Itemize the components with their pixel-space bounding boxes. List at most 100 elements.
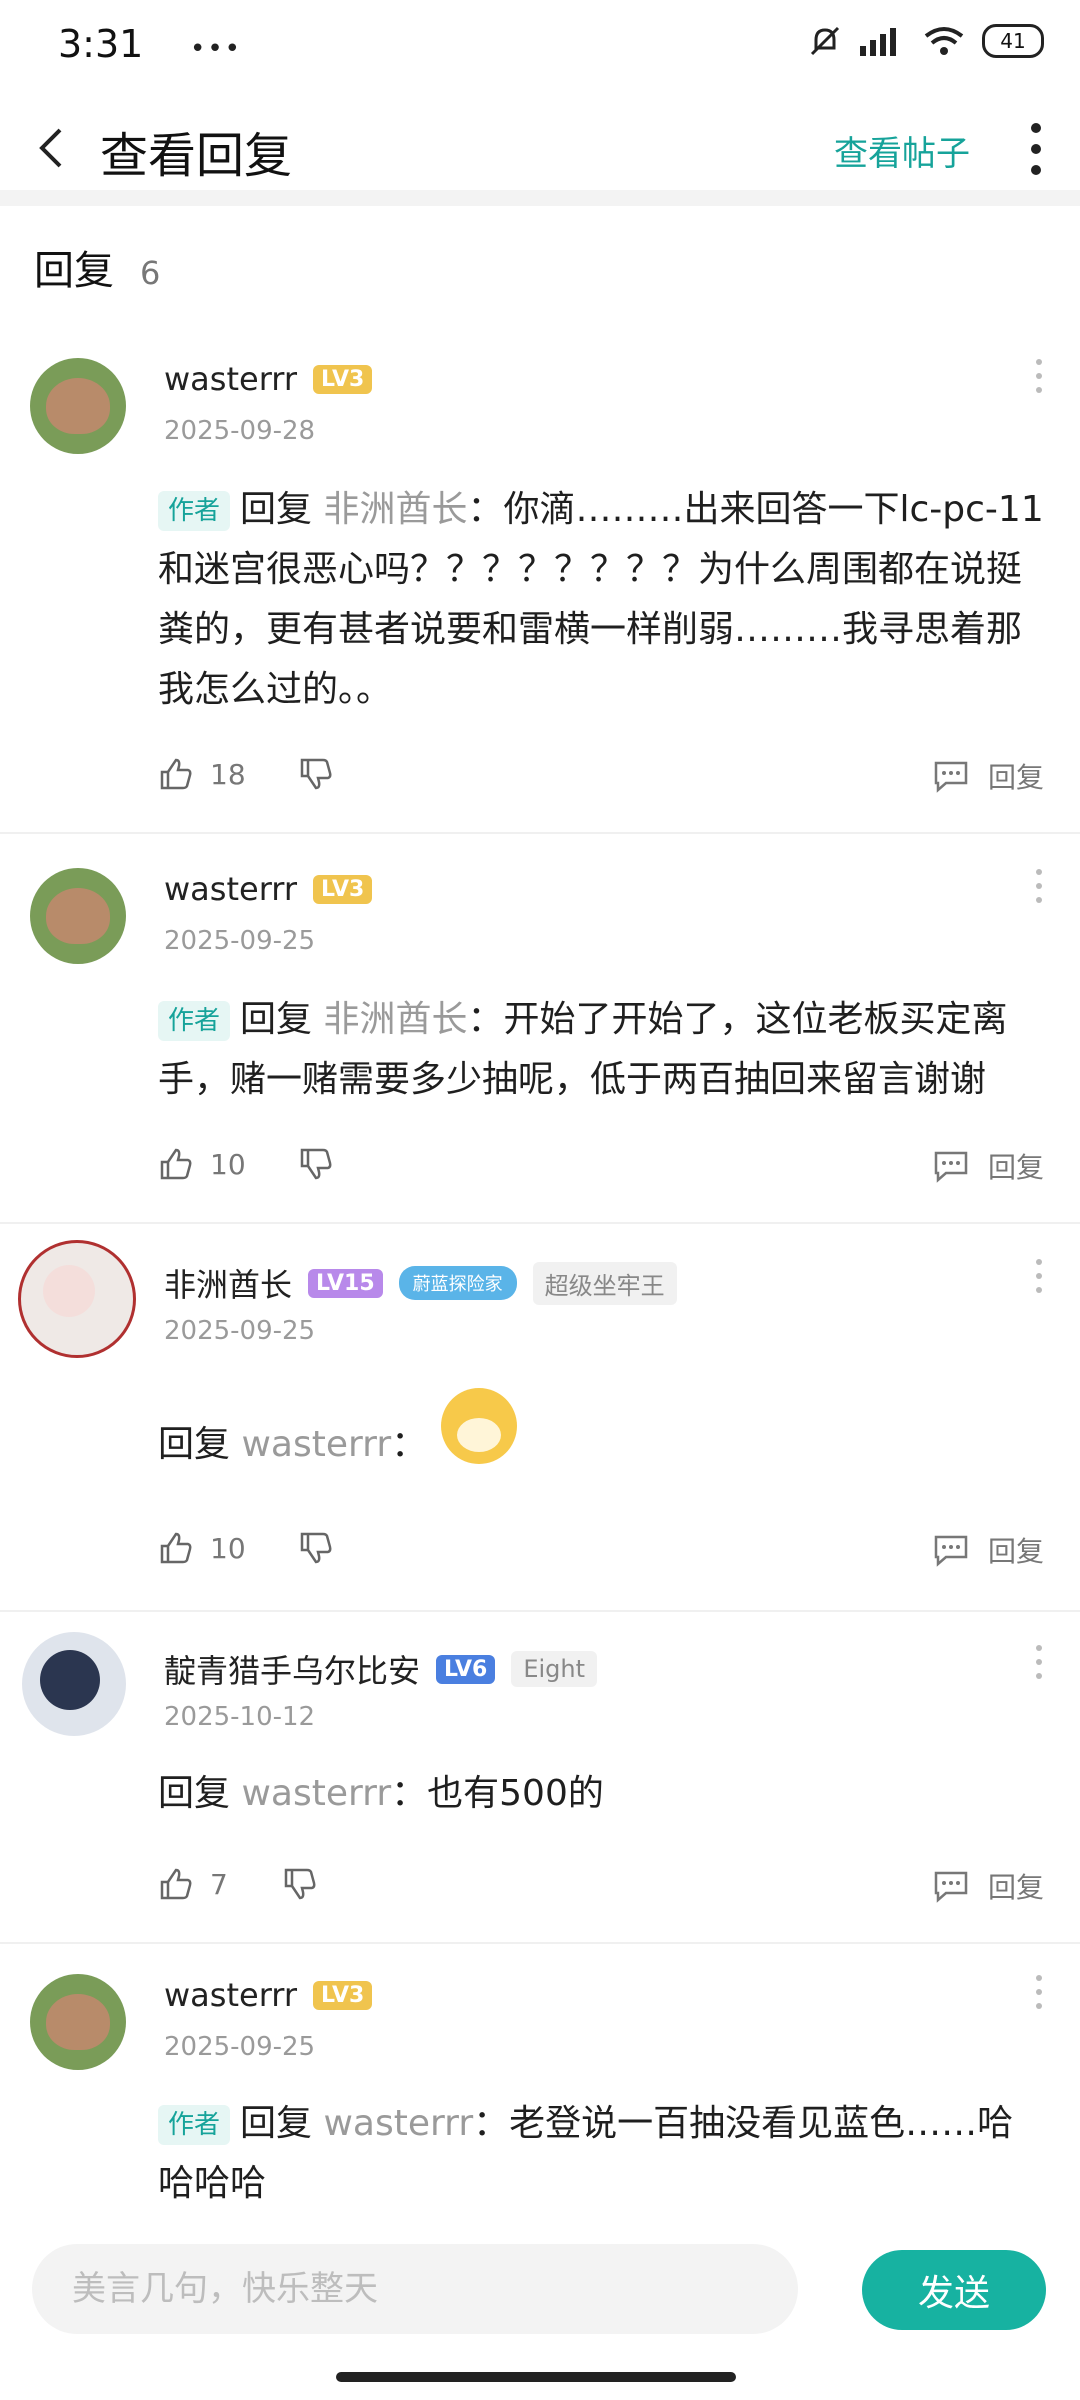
comment-body: 回复 wasterrr：也有500的 — [158, 1764, 1044, 1824]
comment-actions: 10 回复 — [158, 1146, 1044, 1196]
signal-icon — [860, 28, 896, 56]
thumbs-up-icon — [160, 758, 192, 790]
reply-label: 回复 — [987, 1151, 1044, 1184]
comment-more-icon[interactable] — [1034, 866, 1044, 906]
username-row: 非洲酋长 LV15 蔚蓝探险家 超级坐牢王 — [164, 1260, 677, 1306]
username-row: wasterrr LV3 — [164, 870, 373, 908]
replies-label: 回复 — [34, 248, 114, 294]
reply-button[interactable]: 回复 — [932, 1530, 1044, 1570]
username[interactable]: wasterrr — [164, 1976, 297, 2014]
comment-more-icon[interactable] — [1034, 1256, 1044, 1296]
comment-item: wasterrr LV3 2025-09-25 作者 回复 非洲酋长：开始了开始了… — [0, 834, 1080, 1224]
replies-header: 回复 6 — [34, 238, 160, 296]
comment-date: 2025-09-25 — [164, 926, 316, 956]
like-button[interactable]: 18 — [158, 756, 246, 792]
thumbs-down-icon — [300, 1532, 332, 1564]
reply-button[interactable]: 回复 — [932, 1146, 1044, 1186]
replies-count: 6 — [140, 254, 161, 292]
view-post-link[interactable]: 查看帖子 — [834, 126, 970, 175]
comment-text: ： — [391, 1424, 428, 1465]
level-badge: LV3 — [313, 364, 373, 394]
username[interactable]: 非洲酋长 — [164, 1260, 292, 1306]
reply-to-user[interactable]: 非洲酋长 — [323, 999, 467, 1040]
more-options-icon[interactable] — [1026, 114, 1046, 184]
like-button[interactable]: 7 — [158, 1866, 228, 1902]
avatar[interactable] — [30, 868, 126, 964]
send-button[interactable]: 发送 — [862, 2250, 1046, 2330]
reply-to-user[interactable]: wasterrr — [241, 1773, 391, 1814]
thumbs-up-icon — [160, 1148, 192, 1180]
thumbs-down-icon — [300, 1148, 332, 1180]
like-count: 7 — [210, 1867, 228, 1901]
reply-to-user[interactable]: wasterrr — [241, 1424, 391, 1465]
avatar[interactable] — [30, 1974, 126, 2070]
like-button[interactable]: 10 — [158, 1146, 246, 1182]
top-bar: 查看回复 查看帖子 — [0, 92, 1080, 202]
reply-word: 回复 — [158, 1773, 231, 1814]
like-button[interactable]: 10 — [158, 1530, 246, 1566]
comment-body: 作者 回复 非洲酋长：开始了开始了，这位老板买定离手，赌一赌需要多少抽呢，低于两百… — [158, 990, 1044, 1110]
like-count: 10 — [210, 1531, 246, 1565]
comment-actions: 7 回复 — [158, 1866, 1044, 1916]
avatar[interactable] — [30, 358, 126, 454]
comment-more-icon[interactable] — [1034, 1642, 1044, 1682]
explorer-badge: 蔚蓝探险家 — [398, 1266, 517, 1300]
comment-body: 作者 回复 wasterrr：老登说一百抽没看见蓝色……哈哈哈哈 — [158, 2094, 1044, 2214]
comment-item: 非洲酋长 LV15 蔚蓝探险家 超级坐牢王 2025-09-25 回复 wast… — [0, 1224, 1080, 1612]
username[interactable]: wasterrr — [164, 870, 297, 908]
wifi-icon — [924, 27, 964, 55]
user-title-tag: Eight — [511, 1651, 598, 1687]
thumbs-down-icon — [284, 1868, 316, 1900]
avatar[interactable] — [22, 1632, 126, 1736]
chat-bubble-icon — [934, 1151, 968, 1183]
comment-date: 2025-09-25 — [164, 2032, 316, 2062]
reply-to-user[interactable]: 非洲酋长 — [323, 489, 467, 530]
reply-label: 回复 — [987, 1535, 1044, 1568]
comment-body: 作者 回复 非洲酋长：你滴………出来回答一下lc-pc-11和迷宫很恶心吗？？？？… — [158, 480, 1044, 720]
status-time: 3:31 — [58, 22, 144, 66]
reply-label: 回复 — [987, 761, 1044, 794]
comment-body: 回复 wasterrr： — [158, 1388, 1044, 1484]
comment-date: 2025-10-12 — [164, 1702, 316, 1732]
avatar[interactable] — [18, 1240, 136, 1358]
level-badge: LV6 — [436, 1654, 496, 1684]
status-bar: 3:31 ••• 41 — [0, 0, 1080, 92]
comment-input[interactable]: 美言几句，快乐整天 — [32, 2244, 798, 2334]
mute-icon — [810, 26, 840, 56]
reply-word: 回复 — [158, 1424, 231, 1465]
comment-item: wasterrr LV3 2025-09-28 作者 回复 非洲酋长：你滴………出… — [0, 330, 1080, 834]
reply-word: 回复 — [240, 999, 313, 1040]
comment-actions: 18 回复 — [158, 756, 1044, 806]
comment-item: wasterrr LV3 2025-09-25 作者 回复 wasterrr：老登… — [0, 1944, 1080, 2220]
username[interactable]: wasterrr — [164, 360, 297, 398]
reply-button[interactable]: 回复 — [932, 756, 1044, 796]
dots-icon: ••• — [190, 34, 243, 64]
username-row: wasterrr LV3 — [164, 360, 373, 398]
comment-actions: 10 回复 — [158, 1530, 1044, 1580]
reply-word: 回复 — [240, 489, 313, 530]
username[interactable]: 靛青猎手乌尔比安 — [164, 1646, 420, 1692]
reply-button[interactable]: 回复 — [932, 1866, 1044, 1906]
username-row: 靛青猎手乌尔比安 LV6 Eight — [164, 1646, 598, 1692]
header-divider — [0, 190, 1080, 206]
dislike-button[interactable] — [298, 1146, 334, 1189]
dislike-button[interactable] — [298, 1530, 334, 1573]
level-badge: LV15 — [308, 1268, 383, 1298]
like-count: 10 — [210, 1147, 246, 1181]
chat-bubble-icon — [934, 1535, 968, 1567]
comment-date: 2025-09-28 — [164, 416, 316, 446]
back-icon[interactable] — [32, 118, 72, 178]
chat-bubble-icon — [934, 1871, 968, 1903]
home-indicator[interactable] — [336, 2372, 736, 2382]
thumbs-up-icon — [160, 1868, 192, 1900]
comment-more-icon[interactable] — [1034, 356, 1044, 396]
doge-emoji-icon — [441, 1388, 518, 1464]
dislike-button[interactable] — [282, 1866, 318, 1909]
page-title: 查看回复 — [100, 128, 293, 184]
reply-word: 回复 — [240, 2103, 313, 2144]
reply-to-user[interactable]: wasterrr — [323, 2103, 473, 2144]
dislike-button[interactable] — [298, 756, 334, 799]
comment-item: 靛青猎手乌尔比安 LV6 Eight 2025-10-12 回复 wasterr… — [0, 1612, 1080, 1944]
comment-date: 2025-09-25 — [164, 1316, 316, 1346]
comment-more-icon[interactable] — [1034, 1972, 1044, 2012]
